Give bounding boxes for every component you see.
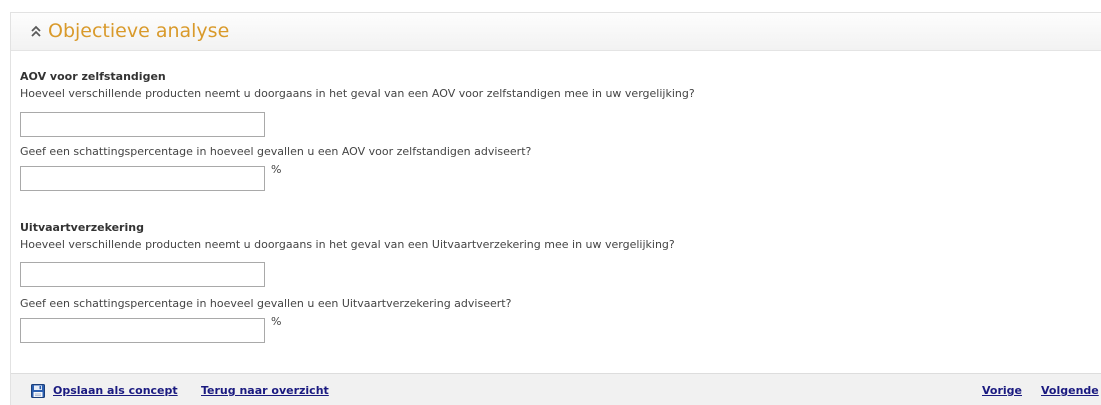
chevron-double-up-icon[interactable]: [30, 25, 42, 39]
save-as-draft-link[interactable]: Opslaan als concept: [53, 384, 178, 398]
question-aov-percentage: Geef een schattingspercentage in hoeveel…: [20, 145, 532, 158]
uitvaart-percent-sign: %: [271, 315, 282, 328]
back-to-overview-link[interactable]: Terug naar overzicht: [201, 384, 329, 398]
section-title-aov: AOV voor zelfstandigen: [20, 70, 166, 83]
aov-products-input[interactable]: [20, 112, 265, 137]
aov-percentage-input[interactable]: [20, 166, 265, 191]
section-title-uitvaart: Uitvaartverzekering: [20, 221, 144, 234]
question-uitvaart-products: Hoeveel verschillende producten neemt u …: [20, 238, 675, 251]
panel-header[interactable]: Objectieve analyse: [11, 13, 1101, 51]
aov-percent-sign: %: [271, 163, 282, 176]
question-uitvaart-percentage: Geef een schattingspercentage in hoeveel…: [20, 297, 512, 310]
form-footer: Opslaan als concept Terug naar overzicht…: [11, 373, 1101, 405]
next-link[interactable]: Volgende: [1041, 384, 1099, 398]
objective-analysis-panel: Objectieve analyse AOV voor zelfstandige…: [10, 12, 1101, 405]
uitvaart-products-input[interactable]: [20, 262, 265, 287]
floppy-disk-icon[interactable]: [31, 384, 45, 398]
uitvaart-percentage-input[interactable]: [20, 318, 265, 343]
previous-link[interactable]: Vorige: [982, 384, 1022, 398]
panel-title: Objectieve analyse: [48, 20, 230, 42]
question-aov-products: Hoeveel verschillende producten neemt u …: [20, 87, 695, 100]
